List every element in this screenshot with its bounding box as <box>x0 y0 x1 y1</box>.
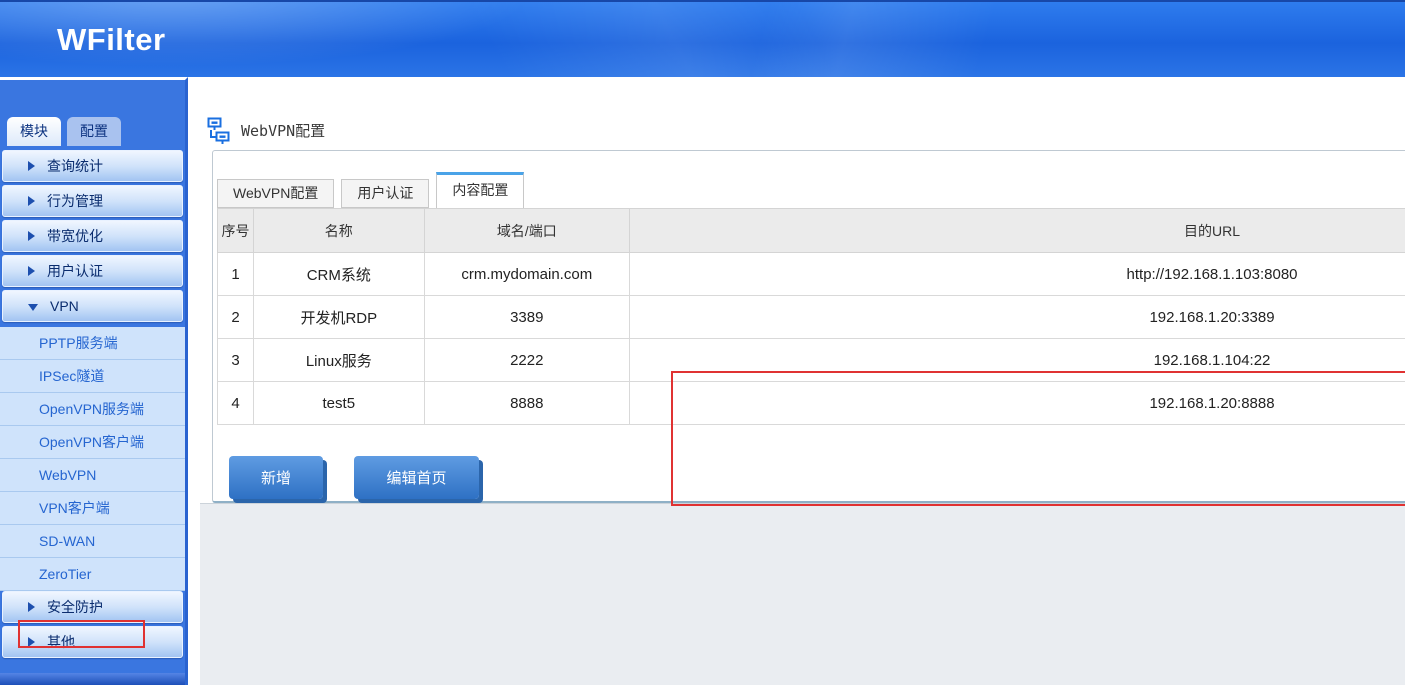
sidebar-tab-modules[interactable]: 模块 <box>7 117 61 146</box>
sidebar: 模块 配置 查询统计 行为管理 带宽优化 用户认证 VPN <box>0 77 188 685</box>
sidebar-item-query-stats[interactable]: 查询统计 <box>2 150 183 182</box>
sidebar-tab-config[interactable]: 配置 <box>67 117 121 146</box>
sidebar-item-behavior-mgmt[interactable]: 行为管理 <box>2 185 183 217</box>
cell-target-url: 192.168.1.104:22 <box>630 339 1405 382</box>
table-row: 1 CRM系统 crm.mydomain.com http://192.168.… <box>218 253 1405 296</box>
tab-webvpn-config[interactable]: WebVPN配置 <box>217 179 334 208</box>
cell-name: CRM系统 <box>254 253 424 296</box>
content-footer-area <box>200 503 1405 685</box>
sidebar-item-webvpn[interactable]: WebVPN <box>0 459 185 492</box>
add-button[interactable]: 新增 <box>229 456 323 499</box>
sidebar-item-zerotier[interactable]: ZeroTier <box>0 558 185 591</box>
col-header-domain-port: 域名/端口 <box>424 209 630 253</box>
cell-no: 1 <box>218 253 254 296</box>
chevron-right-icon <box>28 602 35 612</box>
sidebar-tabs: 模块 配置 <box>0 117 185 146</box>
tab-user-auth[interactable]: 用户认证 <box>341 179 429 208</box>
table-header-row: 序号 名称 域名/端口 目的URL <box>218 209 1405 253</box>
sidebar-item-openvpn-client[interactable]: OpenVPN客户端 <box>0 426 185 459</box>
sidebar-item-label: 带宽优化 <box>47 226 103 246</box>
app-window: WFilter 模块 配置 查询统计 行为管理 带宽优化 用户认证 <box>0 0 1405 685</box>
cell-domain-port: 3389 <box>424 296 630 339</box>
col-header-name: 名称 <box>254 209 424 253</box>
sidebar-item-label: VPN <box>50 298 79 314</box>
col-header-no: 序号 <box>218 209 254 253</box>
sidebar-item-ipsec-tunnel[interactable]: IPSec隧道 <box>0 360 185 393</box>
main-content: WebVPN配置 WebVPN配置 用户认证 内容配置 序号 名称 域名/端口 … <box>188 77 1405 685</box>
tab-content-config[interactable]: 内容配置 <box>436 172 524 208</box>
sidebar-vpn-submenu: PPTP服务端 IPSec隧道 OpenVPN服务端 OpenVPN客户端 We… <box>0 327 185 591</box>
cell-domain-port: 8888 <box>424 382 630 425</box>
chevron-right-icon <box>28 266 35 276</box>
cell-domain-port: crm.mydomain.com <box>424 253 630 296</box>
sidebar-item-other[interactable]: 其他 <box>2 626 183 658</box>
sidebar-item-label: 行为管理 <box>47 191 103 211</box>
table-row: 4 test5 8888 192.168.1.20:8888 <box>218 382 1405 425</box>
sidebar-menu: 查询统计 行为管理 带宽优化 用户认证 VPN PPTP服务端 IPSec隧道 <box>0 150 185 658</box>
page-title-text: WebVPN配置 <box>241 120 325 141</box>
sidebar-item-security[interactable]: 安全防护 <box>2 591 183 623</box>
edit-homepage-button[interactable]: 编辑首页 <box>354 456 479 499</box>
cell-no: 2 <box>218 296 254 339</box>
sidebar-item-label: 用户认证 <box>47 261 103 281</box>
cell-name: 开发机RDP <box>254 296 424 339</box>
sidebar-item-openvpn-server[interactable]: OpenVPN服务端 <box>0 393 185 426</box>
sidebar-item-pptp-server[interactable]: PPTP服务端 <box>0 327 185 360</box>
sidebar-item-sd-wan[interactable]: SD-WAN <box>0 525 185 558</box>
sidebar-item-vpn-client[interactable]: VPN客户端 <box>0 492 185 525</box>
cell-no: 3 <box>218 339 254 382</box>
app-header: WFilter <box>0 0 1405 77</box>
sitemap-icon <box>207 117 230 144</box>
cell-no: 4 <box>218 382 254 425</box>
col-header-target-url: 目的URL <box>630 209 1405 253</box>
cell-target-url: 192.168.1.20:8888 <box>630 382 1405 425</box>
sidebar-item-bandwidth[interactable]: 带宽优化 <box>2 220 183 252</box>
sidebar-item-label: 查询统计 <box>47 156 103 176</box>
chevron-right-icon <box>28 196 35 206</box>
chevron-down-icon <box>28 304 38 311</box>
sidebar-item-label: 安全防护 <box>47 597 103 617</box>
content-config-table: 序号 名称 域名/端口 目的URL 1 CRM系统 crm.mydomain.c… <box>217 208 1405 425</box>
table-row: 3 Linux服务 2222 192.168.1.104:22 <box>218 339 1405 382</box>
page-title: WebVPN配置 <box>207 117 325 144</box>
sidebar-item-label: 其他 <box>47 632 75 652</box>
content-tabs: WebVPN配置 用户认证 内容配置 <box>217 173 524 208</box>
cell-target-url: 192.168.1.20:3389 <box>630 296 1405 339</box>
chevron-right-icon <box>28 231 35 241</box>
sidebar-bottom-edge <box>0 673 185 685</box>
cell-name: test5 <box>254 382 424 425</box>
chevron-right-icon <box>28 161 35 171</box>
webvpn-config-panel: WebVPN配置 用户认证 内容配置 序号 名称 域名/端口 目的URL 1 <box>212 150 1405 503</box>
action-buttons: 新增 编辑首页 <box>229 456 479 499</box>
cell-name: Linux服务 <box>254 339 424 382</box>
cell-domain-port: 2222 <box>424 339 630 382</box>
sidebar-item-user-auth[interactable]: 用户认证 <box>2 255 183 287</box>
cell-target-url: http://192.168.1.103:8080 <box>630 253 1405 296</box>
wfilter-logo: WFilter <box>57 22 166 58</box>
chevron-right-icon <box>28 637 35 647</box>
table-row: 2 开发机RDP 3389 192.168.1.20:3389 <box>218 296 1405 339</box>
sidebar-item-vpn[interactable]: VPN <box>2 290 183 322</box>
